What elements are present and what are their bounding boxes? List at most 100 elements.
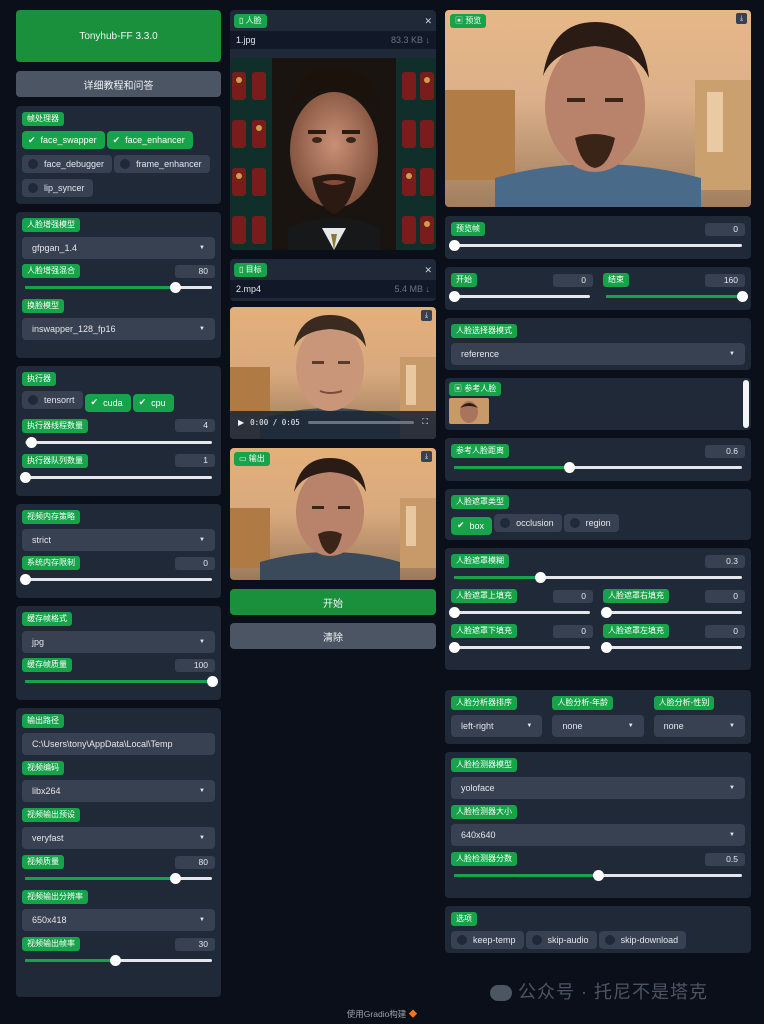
slider-thumb[interactable] [109,955,121,966]
analyser-age-select[interactable]: none ▼ [552,715,644,737]
fps-slider[interactable] [22,954,215,966]
pad-top-slider[interactable] [449,606,593,618]
temp-quality-slider[interactable] [22,675,218,687]
progress-track[interactable] [307,420,415,424]
resolution-select[interactable]: 650x418 ▼ [22,909,215,931]
fps-number[interactable]: 30 [175,937,215,951]
detector-model-select[interactable]: yoloface ▼ [451,777,745,799]
slider-thumb[interactable] [449,291,460,302]
checkbox-frame-enhancer[interactable]: frame_enhancer [114,155,210,173]
video-quality-slider[interactable] [22,872,215,884]
download-icon[interactable]: ⤓ [421,310,432,321]
trim-end-slider[interactable] [603,290,748,302]
temp-format-select[interactable]: jpg ▼ [22,631,215,653]
slider-thumb[interactable] [564,462,576,473]
slider-thumb[interactable] [601,642,612,653]
temp-quality-number[interactable]: 100 [175,658,215,672]
trim-start-number[interactable]: 0 [553,273,593,287]
slider-thumb[interactable] [449,607,460,618]
threads-slider[interactable] [22,436,215,448]
slider-thumb[interactable] [601,607,612,618]
detector-score-number[interactable]: 0.5 [705,852,745,866]
detector-score-slider[interactable] [451,869,745,881]
queue-slider[interactable] [20,471,215,483]
checkbox-occlusion[interactable]: occlusion [494,514,562,532]
pad-left-number[interactable]: 0 [705,624,745,638]
checkbox-face-debugger[interactable]: face_debugger [22,155,113,173]
pad-right-number[interactable]: 0 [705,589,745,603]
pad-left-slider[interactable] [601,641,745,653]
video-quality-number[interactable]: 80 [175,855,215,869]
slider-thumb[interactable] [20,471,31,483]
slider-thumb[interactable] [169,282,181,293]
swap-model-select[interactable]: inswapper_128_fp16 ▼ [22,318,215,340]
detector-size-select[interactable]: 640x640 ▼ [451,824,745,846]
preview-frame-slider[interactable] [449,239,745,251]
reference-face-thumbnail[interactable] [449,398,489,424]
footer-text[interactable]: 使用Gradio构建 [347,1009,407,1019]
options-panel: 选项 keep-temp skip-audio skip-download [445,906,751,953]
memory-limit-number[interactable]: 0 [175,556,215,570]
preset-select[interactable]: veryfast ▼ [22,827,215,849]
pad-bottom-slider[interactable] [449,641,593,653]
download-icon[interactable]: ⤓ [736,13,747,24]
target-file-row[interactable]: 2.mp4 5.4 MB ↓ [230,280,436,298]
checkbox-skip-audio[interactable]: skip-audio [525,931,597,949]
scrollbar[interactable] [743,380,749,428]
checkbox-box[interactable]: ✔ box [451,516,493,535]
slider-thumb[interactable] [449,642,460,653]
analyser-order-select[interactable]: left-right ▼ [451,715,543,737]
pad-bottom-number[interactable]: 0 [553,624,593,638]
slider-thumb[interactable] [169,873,181,884]
close-icon[interactable]: ✕ [424,265,432,276]
slider-thumb[interactable] [449,240,460,251]
slider-thumb[interactable] [535,572,547,583]
checkbox-cpu[interactable]: ✔ cpu [132,393,174,412]
slider-thumb[interactable] [593,870,604,881]
unchecked-icon [604,935,615,945]
analyser-gender-select[interactable]: none ▼ [653,715,745,737]
reference-distance-number[interactable]: 0.6 [705,444,745,458]
checkbox-region[interactable]: region [563,514,619,532]
download-icon[interactable]: ⤓ [421,451,432,462]
enhancer-blend-number[interactable]: 80 [175,264,215,278]
checkbox-cuda[interactable]: ✔ cuda [84,393,131,412]
preview-frame-number[interactable]: 0 [705,222,745,236]
checkbox-face-enhancer[interactable]: ✔ face_enhancer [106,131,193,149]
encoder-select[interactable]: libx264 ▼ [22,780,215,802]
output-path-input[interactable]: C:\Users\tony\AppData\Local\Temp [22,733,215,755]
select-value: 640x640 [461,830,496,840]
play-icon[interactable]: ▶ [238,418,244,427]
checkbox-keep-temp[interactable]: keep-temp [451,931,524,949]
pad-top-number[interactable]: 0 [553,589,593,603]
tutorial-button[interactable]: 详细教程和问答 [16,71,221,97]
slider-thumb[interactable] [207,676,218,687]
fullscreen-icon[interactable]: ⛶ [422,417,428,427]
mask-blur-number[interactable]: 0.3 [705,554,745,568]
checkbox-tensorrt[interactable]: tensorrt [22,391,83,409]
reference-distance-slider[interactable] [451,461,745,473]
slider-thumb[interactable] [20,574,31,585]
face-selector-select[interactable]: reference ▼ [451,343,745,365]
threads-number[interactable]: 4 [175,419,215,432]
slider-thumb[interactable] [25,436,37,448]
close-icon[interactable]: ✕ [424,16,432,27]
start-button[interactable]: 开始 [230,589,436,615]
mask-blur-slider[interactable] [451,571,745,583]
slider-thumb[interactable] [737,291,748,302]
checkbox-lip-syncer[interactable]: lip_syncer [22,179,93,197]
pad-right-slider[interactable] [601,606,745,618]
enhancer-model-select[interactable]: gfpgan_1.4 ▼ [22,237,215,259]
reference-distance-label: 参考人脸距离 [451,444,509,458]
checkbox-skip-download[interactable]: skip-download [598,931,687,949]
enhancer-blend-slider[interactable] [22,281,215,293]
queue-number[interactable]: 1 [175,454,215,467]
checkbox-face-swapper[interactable]: ✔ face_swapper [22,131,105,149]
trim-end-number[interactable]: 160 [705,273,745,287]
trim-start-slider[interactable] [449,290,593,302]
memory-strategy-select[interactable]: strict ▼ [22,529,215,551]
memory-limit-slider[interactable] [20,573,215,585]
clear-button[interactable]: 清除 [230,623,436,649]
title-button[interactable]: Tonyhub-FF 3.3.0 [16,10,221,62]
source-file-row[interactable]: 1.jpg 83.3 KB ↓ [230,31,436,49]
